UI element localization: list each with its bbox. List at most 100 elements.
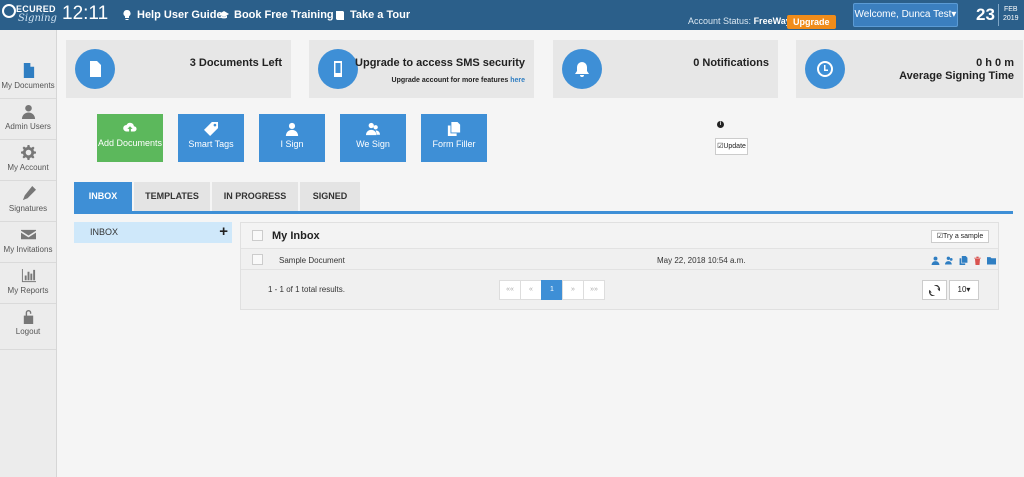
sidebar-item-admin-users[interactable]: Admin Users — [0, 99, 56, 140]
folder-inbox[interactable]: INBOX + — [74, 222, 232, 243]
date-day: 23 — [976, 5, 995, 24]
copy-icon[interactable] — [959, 256, 968, 265]
add-documents-label: Add Documents — [97, 138, 163, 148]
tab-inbox[interactable]: INBOX — [74, 182, 132, 211]
tab-in-progress[interactable]: IN PROGRESS — [212, 182, 298, 211]
share-users-icon[interactable] — [945, 256, 954, 265]
i-sign-button[interactable]: I Sign — [259, 114, 325, 162]
envelope-icon — [20, 229, 36, 240]
sidebar-item-my-reports[interactable]: My Reports — [0, 263, 56, 304]
folder-icon[interactable] — [987, 256, 996, 265]
select-all-checkbox[interactable] — [252, 230, 263, 241]
row-checkbox[interactable] — [252, 254, 263, 265]
document-icon — [90, 61, 101, 77]
we-sign-button[interactable]: We Sign — [340, 114, 406, 162]
notifications-card: 0 Notifications — [553, 40, 778, 98]
sidebar-item-signatures[interactable]: Signatures — [0, 181, 56, 222]
refresh-icon — [927, 284, 942, 297]
lock-icon — [23, 309, 33, 324]
date-divider — [998, 4, 999, 26]
add-folder-icon[interactable]: + — [219, 222, 228, 241]
try-sample-label: Try a sample — [943, 233, 984, 240]
inbox-panel: My Inbox ☑Try a sample Sample Document M… — [240, 222, 999, 310]
account-status: Account Status: FreeWay — [688, 16, 791, 26]
gear-icon — [20, 145, 36, 160]
sms-security-subtitle: Upgrade account for more features here — [392, 77, 525, 84]
update-label: Update — [723, 143, 746, 150]
graduation-cap-icon — [219, 11, 229, 19]
next-page-button[interactable]: » — [562, 280, 584, 300]
sidebar-item-my-account[interactable]: My Account — [0, 140, 56, 181]
book-icon — [336, 11, 344, 20]
notifications-text: 0 Notifications — [693, 57, 769, 69]
bell-icon — [575, 62, 589, 77]
document-name[interactable]: Sample Document — [279, 256, 345, 265]
we-sign-label: We Sign — [356, 139, 390, 149]
form-filler-label: Form Filler — [432, 139, 476, 149]
info-icon[interactable]: i — [717, 121, 724, 128]
inbox-title: My Inbox — [272, 230, 320, 242]
logo[interactable]: ECURED Signing — [2, 2, 57, 26]
folder-inbox-label: INBOX — [90, 227, 119, 237]
tag-icon — [204, 122, 218, 136]
tab-templates[interactable]: TEMPLATES — [134, 182, 210, 211]
first-page-button[interactable]: «« — [499, 280, 521, 300]
last-page-button[interactable]: »» — [583, 280, 605, 300]
results-count: 1 - 1 of 1 total results. — [268, 285, 345, 294]
try-sample-button[interactable]: ☑Try a sample — [931, 230, 989, 243]
smart-tags-label: Smart Tags — [188, 139, 234, 149]
book-free-training-label: Book Free Training — [234, 9, 334, 21]
date-year: 2019 — [1003, 15, 1019, 22]
page-size-select[interactable]: 10▾ — [949, 280, 979, 300]
bar-chart-icon — [21, 268, 36, 283]
tab-underline — [74, 211, 1013, 214]
sidebar-item-label: My Account — [7, 163, 49, 172]
sidebar-item-label: My Documents — [1, 81, 55, 90]
sms-subtitle-text: Upgrade account for more features — [391, 77, 509, 84]
book-free-training-link[interactable]: Book Free Training — [219, 9, 334, 21]
documents-left-card: 3 Documents Left — [66, 40, 291, 98]
cloud-upload-icon — [123, 122, 137, 132]
bell-circle — [562, 49, 602, 89]
add-documents-button[interactable]: Add Documents — [97, 114, 163, 162]
sidebar-item-logout[interactable]: Logout — [0, 304, 56, 350]
help-user-guide-link[interactable]: Help User Guide — [122, 9, 223, 21]
document-date: May 22, 2018 10:54 a.m. — [657, 256, 746, 265]
logo-s-ring — [2, 4, 16, 18]
user-icon — [285, 122, 299, 136]
form-filler-button[interactable]: Form Filler — [421, 114, 487, 162]
smart-tags-button[interactable]: Smart Tags — [178, 114, 244, 162]
previous-page-button[interactable]: « — [520, 280, 542, 300]
date-month-year: FEB 2019 — [1003, 5, 1019, 23]
document-circle — [75, 49, 115, 89]
phone-circle — [318, 49, 358, 89]
sidebar-item-my-documents[interactable]: My Documents — [0, 58, 56, 99]
top-bar: ECURED Signing 12:11 Help User Guide Boo… — [0, 0, 1024, 30]
i-sign-label: I Sign — [280, 139, 304, 149]
sidebar-item-label: My Reports — [7, 286, 49, 295]
sms-security-card: Upgrade to access SMS security Upgrade a… — [309, 40, 534, 98]
clock: 12:11 — [62, 3, 109, 24]
take-a-tour-link[interactable]: Take a Tour — [335, 9, 410, 21]
documents-left-text: 3 Documents Left — [189, 57, 282, 69]
sidebar-item-my-invitations[interactable]: My Invitations — [0, 222, 56, 263]
upgrade-button[interactable]: Upgrade — [787, 15, 836, 29]
sidebar-item-label: Admin Users — [5, 122, 51, 131]
user-menu-button[interactable]: Welcome, Dunca Test▾ — [853, 3, 958, 27]
page-1-button[interactable]: 1 — [541, 280, 563, 300]
refresh-button[interactable] — [922, 280, 947, 300]
sidebar-item-label: Logout — [15, 327, 41, 336]
take-a-tour-label: Take a Tour — [350, 9, 411, 21]
tab-signed[interactable]: SIGNED — [300, 182, 360, 211]
user-icon — [21, 104, 35, 119]
table-row[interactable]: Sample Document May 22, 2018 10:54 a.m. — [241, 250, 998, 270]
users-icon — [366, 122, 380, 136]
account-status-label: Account Status: — [688, 16, 752, 26]
sign-user-icon[interactable] — [931, 256, 940, 265]
sidebar: My Documents Admin Users My Account Sign… — [0, 30, 57, 477]
trash-icon[interactable] — [973, 256, 982, 265]
upgrade-here-link[interactable]: here — [510, 77, 525, 84]
lightbulb-icon — [123, 10, 131, 20]
sidebar-item-label: My Invitations — [3, 245, 53, 254]
update-button[interactable]: ☑Update — [715, 138, 748, 155]
